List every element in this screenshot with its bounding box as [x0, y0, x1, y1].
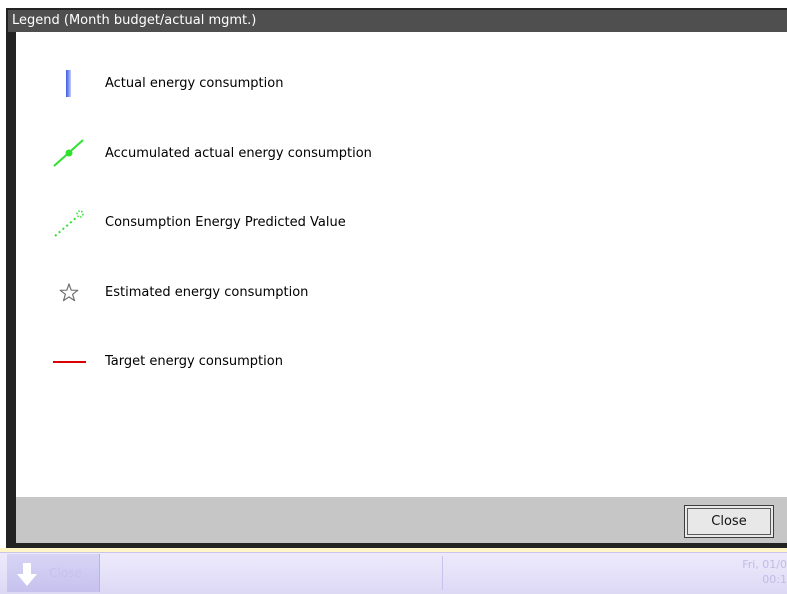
legend-item-target: Target energy consumption [16, 344, 787, 380]
top-strip [0, 0, 787, 8]
dialog-title: Legend (Month budget/actual mgmt.) [8, 10, 787, 32]
dialog-footer [16, 497, 787, 543]
legend-item-predicted: Consumption Energy Predicted Value [16, 205, 787, 241]
legend-item-accumulated: Accumulated actual energy consumption [16, 136, 787, 172]
close-button[interactable]: Close [684, 505, 774, 538]
predicted-dotted-line-icon [50, 205, 90, 241]
legend-label-estimated: Estimated energy consumption [105, 285, 309, 300]
clock-date: Fri, 01/0 [742, 558, 787, 571]
taskbar-divider [442, 556, 443, 590]
target-line-icon [50, 344, 90, 380]
clock-time: 00:1 [762, 573, 787, 586]
star-icon [50, 275, 90, 311]
taskbar-close-label: Close [49, 566, 82, 580]
clock: Fri, 01/0 00:1 [717, 557, 787, 589]
legend-label-accumulated: Accumulated actual energy consumption [105, 146, 372, 161]
actual-bar-icon [50, 66, 90, 102]
legend-label-actual: Actual energy consumption [105, 76, 284, 91]
arrow-down-icon [16, 563, 38, 587]
taskbar-close-button[interactable]: Close [7, 554, 100, 592]
accumulated-line-icon [50, 136, 90, 172]
taskbar-body [0, 552, 787, 591]
legend-item-actual: Actual energy consumption [16, 66, 787, 102]
legend-item-estimated: Estimated energy consumption [16, 275, 787, 311]
legend-label-predicted: Consumption Energy Predicted Value [105, 215, 346, 230]
legend-label-target: Target energy consumption [105, 354, 283, 369]
legend-content: Actual energy consumption Accumulated ac… [16, 32, 787, 497]
